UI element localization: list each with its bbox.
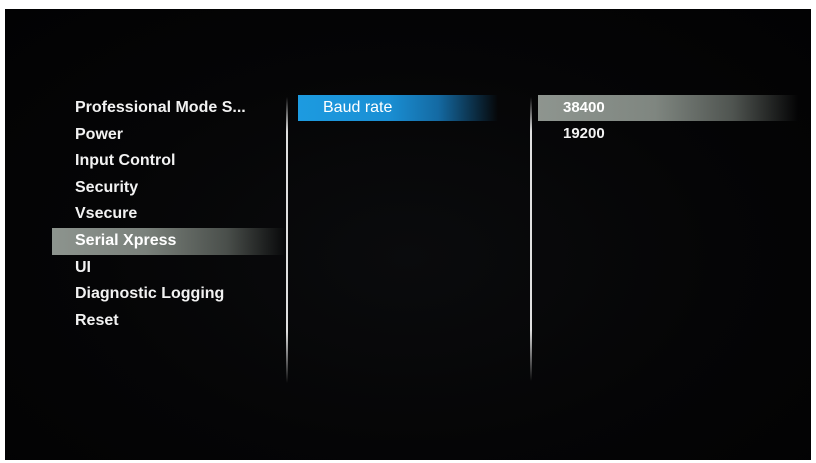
submenu: Baud rate bbox=[298, 95, 498, 121]
column-divider-right bbox=[530, 97, 532, 381]
menu-item-diagnostic-logging[interactable]: Diagnostic Logging bbox=[5, 281, 285, 308]
menu-item-reset[interactable]: Reset bbox=[5, 308, 285, 335]
options-list: 38400 19200 bbox=[538, 95, 798, 147]
menu-item-ui[interactable]: UI bbox=[5, 255, 285, 282]
option-38400[interactable]: 38400 bbox=[538, 95, 798, 121]
settings-menu: Professional Mode S... Power Input Contr… bbox=[5, 95, 285, 334]
submenu-item-baud-rate[interactable]: Baud rate bbox=[298, 95, 498, 121]
menu-item-input-control[interactable]: Input Control bbox=[5, 148, 285, 175]
menu-item-professional-mode-settings[interactable]: Professional Mode S... bbox=[5, 95, 285, 122]
menu-item-serial-xpress[interactable]: Serial Xpress bbox=[52, 227, 285, 255]
menu-item-security[interactable]: Security bbox=[5, 175, 285, 202]
column-divider-left bbox=[286, 97, 288, 383]
option-19200[interactable]: 19200 bbox=[538, 121, 798, 147]
menu-item-power[interactable]: Power bbox=[5, 122, 285, 149]
tv-settings-screen: Professional Mode S... Power Input Contr… bbox=[5, 9, 811, 460]
menu-item-vsecure[interactable]: Vsecure bbox=[5, 201, 285, 228]
